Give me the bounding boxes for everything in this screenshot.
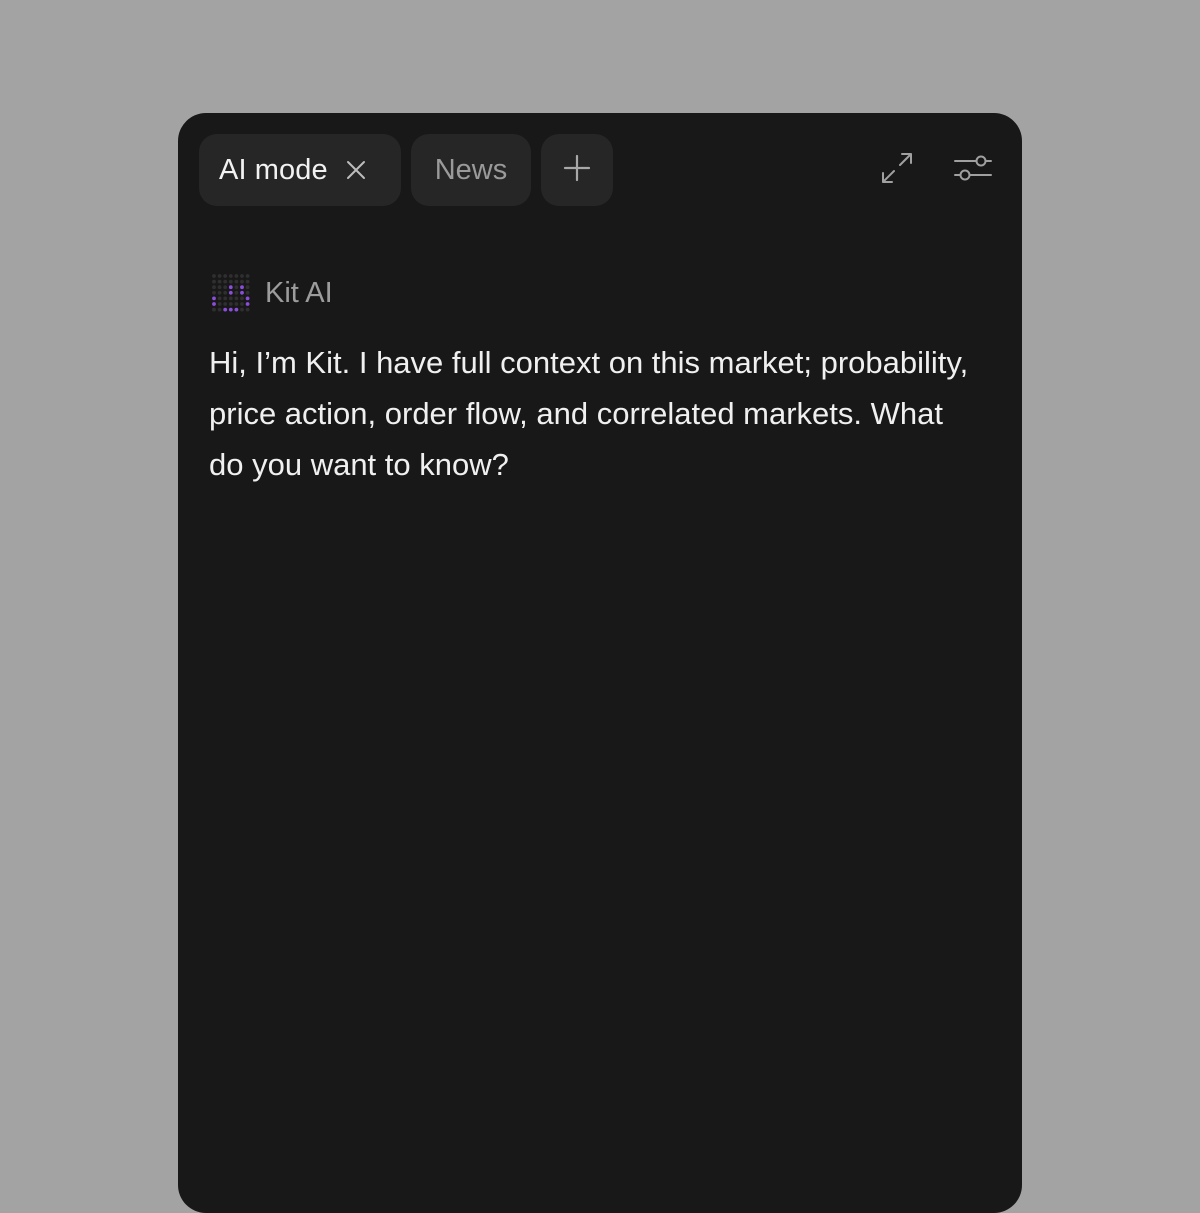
tab-news[interactable]: News — [411, 134, 531, 206]
avatar-dot — [240, 307, 244, 312]
avatar-dot — [234, 285, 239, 290]
avatar-dot — [223, 302, 228, 306]
avatar-dot — [245, 290, 250, 295]
avatar-dot — [240, 274, 244, 278]
avatar-dot — [217, 274, 222, 278]
avatar-dot — [240, 279, 244, 284]
tab-news-label: News — [434, 153, 508, 186]
avatar-dot — [228, 302, 233, 306]
dot-matrix-smile-icon — [211, 273, 251, 313]
avatar-dot — [217, 285, 222, 290]
close-icon[interactable] — [344, 158, 368, 182]
avatar-dot — [217, 302, 222, 306]
avatar-dot — [212, 274, 216, 278]
avatar-dot — [245, 274, 250, 278]
tab-bar: AI mode News — [199, 134, 1001, 206]
avatar-dot — [212, 307, 216, 312]
avatar-dot — [223, 307, 228, 312]
avatar-dot — [234, 302, 239, 306]
avatar-dot — [212, 279, 216, 284]
avatar-dot — [240, 285, 244, 290]
avatar-dot — [228, 279, 233, 284]
avatar-dot — [217, 296, 222, 301]
avatar-dot — [223, 274, 228, 278]
tab-ai-mode-label: AI mode — [219, 153, 328, 186]
avatar-dot — [212, 302, 216, 306]
avatar-dot — [223, 279, 228, 284]
avatar-dot — [212, 285, 216, 290]
expand-button[interactable] — [869, 142, 925, 198]
avatar-dot — [223, 296, 228, 301]
plus-icon — [563, 154, 591, 187]
avatar-dot — [245, 296, 250, 301]
avatar-dot — [234, 274, 239, 278]
sliders-icon — [953, 153, 993, 188]
avatar-dot — [223, 285, 228, 290]
assistant-name: Kit AI — [265, 276, 333, 309]
avatar-dot — [228, 307, 233, 312]
ai-chat-panel: AI mode News Kit AI Hi, I’m Kit. I have … — [178, 113, 1022, 1213]
avatar-dot — [234, 296, 239, 301]
avatar-dot — [240, 296, 244, 301]
avatar-dot — [234, 307, 239, 312]
avatar-dot — [228, 285, 233, 290]
avatar-dot — [228, 274, 233, 278]
avatar-dot — [228, 296, 233, 301]
avatar-dot — [234, 279, 239, 284]
settings-button[interactable] — [945, 142, 1001, 198]
avatar-dot — [245, 307, 250, 312]
tab-ai-mode[interactable]: AI mode — [199, 134, 401, 206]
avatar-dot — [228, 290, 233, 295]
avatar-dot — [212, 290, 216, 295]
avatar-dot — [245, 285, 250, 290]
avatar-dot — [217, 307, 222, 312]
avatar-dot — [212, 296, 216, 301]
avatar-dot — [234, 290, 239, 295]
expand-arrows-icon — [879, 150, 915, 191]
avatar-dot — [245, 302, 250, 306]
avatar-dot — [240, 302, 244, 306]
avatar-dot — [245, 279, 250, 284]
assistant-message: Hi, I’m Kit. I have full context on this… — [209, 345, 969, 482]
avatar-dot — [217, 279, 222, 284]
avatar-dot — [240, 290, 244, 295]
add-tab-button[interactable] — [541, 134, 613, 206]
avatar-dot — [223, 290, 228, 295]
avatar-dot — [217, 290, 222, 295]
assistant-header: Kit AI — [211, 272, 333, 314]
